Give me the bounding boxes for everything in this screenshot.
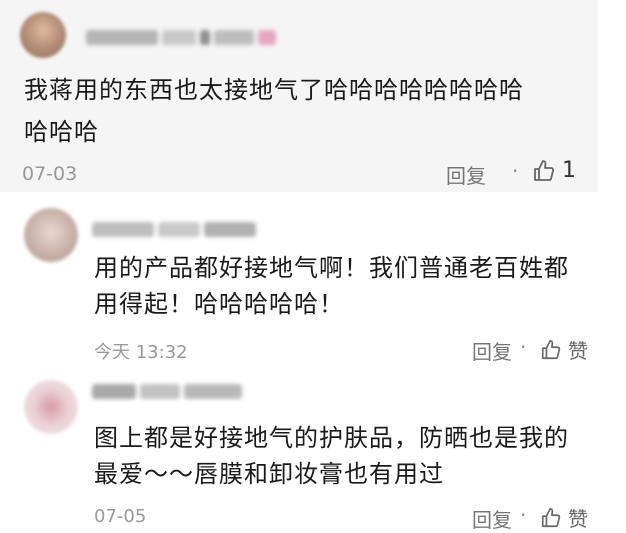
avatar[interactable] (24, 208, 78, 262)
thumbs-up-icon (534, 159, 555, 181)
comment-text-line-1: 用的产品都好接地气啊！我们普通老百姓都 (94, 254, 569, 282)
avatar[interactable] (24, 380, 78, 434)
blurred-username[interactable] (86, 30, 276, 45)
separator-dot: · (512, 159, 519, 183)
blurred-username[interactable] (92, 222, 256, 237)
comment-item-2: 用的产品都好接地气啊！我们普通老百姓都 用得起！哈哈哈哈哈！ 今天 13:32 … (0, 196, 626, 366)
comment-text-line-1: 我蒋用的东西也太接地气了哈哈哈哈哈哈哈哈 (24, 76, 524, 104)
reply-button[interactable]: 回复 (472, 504, 512, 533)
comment-text-line-2: 用得起！哈哈哈哈哈！ (94, 290, 344, 318)
avatar[interactable] (20, 12, 66, 58)
like-button[interactable]: 赞 (540, 503, 588, 532)
like-label: 赞 (568, 339, 588, 363)
reply-button[interactable]: 回复 (472, 336, 512, 365)
separator-dot: · (520, 503, 527, 527)
comment-text-line-2: 哈哈哈 (24, 118, 99, 146)
comment-text-line-1: 图上都是好接地气的护肤品，防晒也是我的 (94, 424, 569, 452)
blurred-username[interactable] (92, 384, 242, 399)
comment-item-3: 图上都是好接地气的护肤品，防晒也是我的 最爱～～唇膜和卸妆膏也有用过 07-05… (0, 370, 626, 532)
like-count: 1 (562, 158, 576, 183)
comment-time: 今天 13:32 (94, 342, 188, 363)
like-label: 赞 (568, 507, 588, 531)
reply-button[interactable]: 回复 (446, 160, 486, 189)
thumbs-up-icon (541, 507, 561, 527)
separator-dot: · (520, 335, 527, 359)
comment-text-line-2: 最爱～～唇膜和卸妆膏也有用过 (94, 460, 444, 488)
like-button[interactable]: 赞 (540, 335, 588, 364)
thumbs-up-icon (541, 339, 561, 359)
like-button[interactable]: 1 (532, 158, 576, 183)
comment-item-1: 我蒋用的东西也太接地气了哈哈哈哈哈哈哈哈 哈哈哈 07-03 回复 · 1 (0, 0, 598, 192)
comment-time: 07-03 (22, 163, 78, 185)
comment-time: 07-05 (94, 506, 147, 527)
